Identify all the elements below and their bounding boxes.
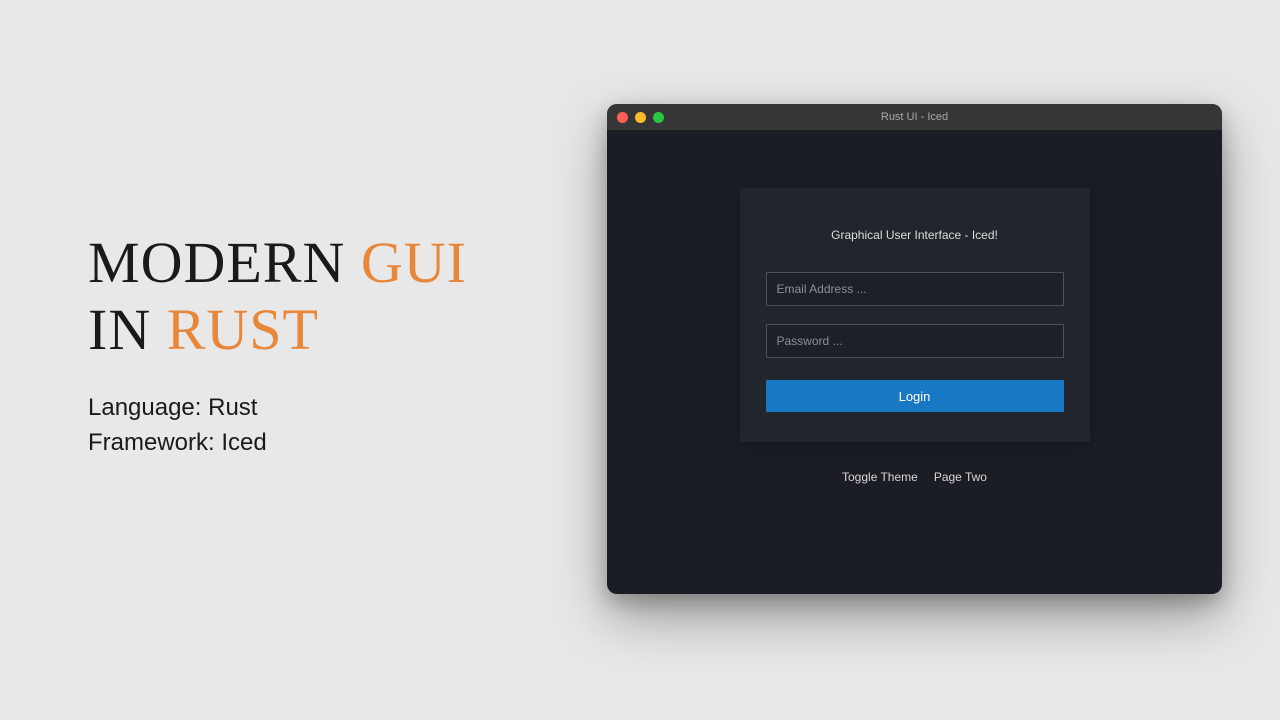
bottom-links: Toggle Theme Page Two [842, 470, 987, 484]
card-heading: Graphical User Interface - Iced! [766, 228, 1064, 242]
framework-label: Framework: Iced [88, 426, 467, 461]
titlebar[interactable]: Rust UI - Iced [607, 104, 1222, 130]
language-label: Language: Rust [88, 391, 467, 426]
window-body: Graphical User Interface - Iced! Login T… [607, 130, 1222, 594]
heading-text-rust: RUST [167, 297, 319, 362]
close-icon[interactable] [617, 112, 628, 123]
login-card: Graphical User Interface - Iced! Login [740, 188, 1090, 442]
toggle-theme-button[interactable]: Toggle Theme [842, 470, 918, 484]
heading-text-in: IN [88, 297, 167, 362]
heading-text-gui: GUI [361, 230, 467, 295]
minimize-icon[interactable] [635, 112, 646, 123]
login-button[interactable]: Login [766, 380, 1064, 412]
heading-line-1: MODERN GUI [88, 230, 467, 297]
heading-line-2: IN RUST [88, 297, 467, 364]
heading-text-modern: MODERN [88, 230, 361, 295]
promo-text-block: MODERN GUI IN RUST Language: Rust Framew… [88, 230, 467, 461]
password-field[interactable] [766, 324, 1064, 358]
traffic-lights [617, 112, 664, 123]
sub-info: Language: Rust Framework: Iced [88, 391, 467, 461]
page-two-button[interactable]: Page Two [934, 470, 987, 484]
email-field[interactable] [766, 272, 1064, 306]
maximize-icon[interactable] [653, 112, 664, 123]
app-window: Rust UI - Iced Graphical User Interface … [607, 104, 1222, 594]
window-title: Rust UI - Iced [881, 111, 948, 123]
